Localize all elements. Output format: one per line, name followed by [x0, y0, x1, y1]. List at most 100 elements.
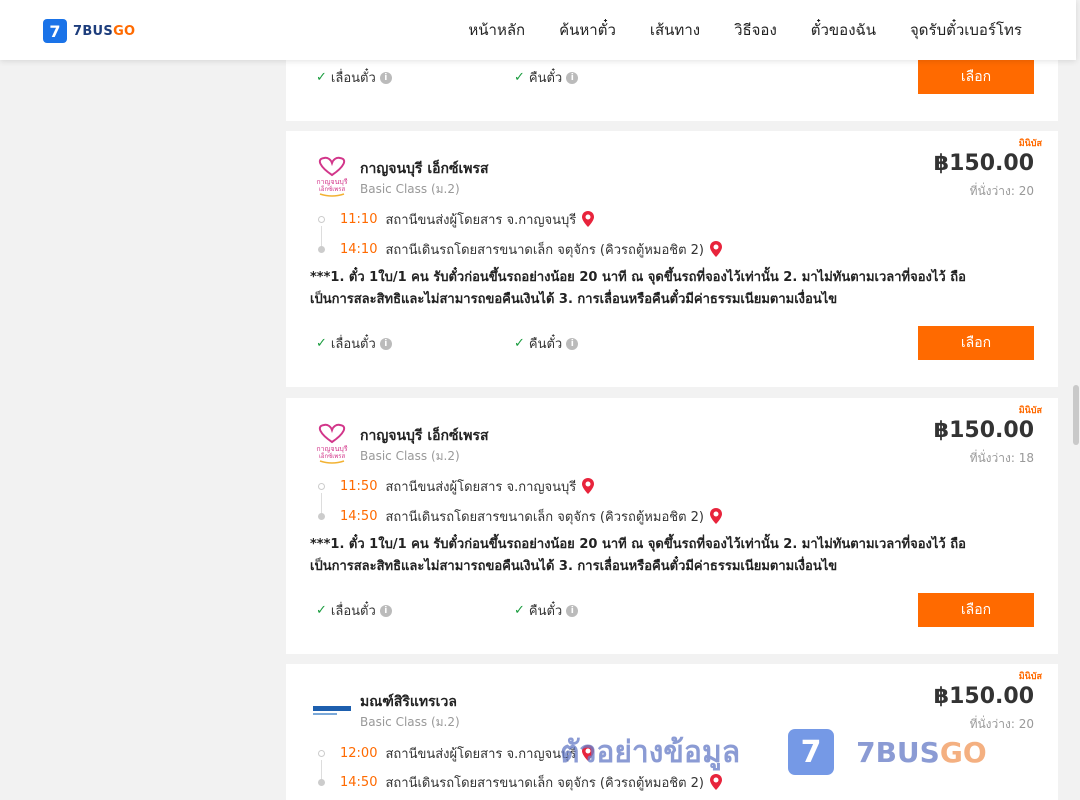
arrival-station: สถานีเดินรถโดยสารขนาดเล็ก จตุจักร (คิวรถ…	[385, 509, 704, 525]
refund-ticket-label: คืนตั๋ว	[528, 337, 563, 352]
logo-mark-icon: 7	[43, 19, 67, 43]
departure-time: 12:00	[340, 745, 378, 761]
operator-name: กาญจนบุรี เอ็กซ์เพรส	[360, 161, 489, 177]
departure-time: 11:10	[340, 211, 378, 227]
check-icon: ✓	[514, 70, 525, 85]
change-ticket-option: ✓ เลื่อนตั๋ว i	[316, 333, 392, 354]
top-header: 7 7BUSGO หน้าหลัก ค้นหาตั๋ว เส้นทาง วิธี…	[0, 0, 1076, 60]
change-ticket-label: เลื่อนตั๋ว	[330, 337, 376, 352]
conditions-line-1: ***1. ตั๋ว 1ใบ/1 คน รับตั๋วก่อนขึ้นรถอย่…	[310, 270, 966, 285]
operator-logo: กาญจนบุรี เอ็กซ์เพรส	[316, 156, 348, 197]
main-nav: หน้าหลัก ค้นหาตั๋ว เส้นทาง วิธีจอง ตั๋วข…	[434, 0, 1022, 60]
nav-how-to-book[interactable]: วิธีจอง	[734, 18, 777, 42]
info-icon[interactable]: i	[566, 337, 579, 350]
service-class: Basic Class (ม.2)	[360, 715, 460, 729]
arrival-time: 14:50	[340, 508, 378, 524]
departure-station: สถานีขนส่งผู้โดยสาร จ.กาญจนบุรี	[385, 212, 577, 228]
scrollbar-thumb[interactable]	[1073, 385, 1079, 445]
nav-routes[interactable]: เส้นทาง	[650, 18, 700, 42]
departure-time: 11:50	[340, 478, 378, 494]
vehicle-type-tag: มินิบัส	[1018, 406, 1042, 416]
departure-dot-icon	[318, 215, 325, 223]
info-icon[interactable]: i	[379, 604, 392, 617]
nav-ticket-pickup[interactable]: จุดรับตั๋วเบอร์โทร	[910, 18, 1022, 42]
check-icon: ✓	[316, 336, 327, 351]
trip-card: มินิบัส กาญจนบุรี เอ็กซ์เพรส กาญจนบุรี เ…	[286, 131, 1058, 387]
check-icon: ✓	[514, 336, 525, 351]
trip-card: มินิบัส กาญจนบุรี เอ็กซ์เพรส กาญจนบุรี เ…	[286, 398, 1058, 654]
vehicle-type-tag: มินิบัส	[1018, 139, 1042, 149]
seats-available: ที่นั่งว่าง: 18	[969, 451, 1034, 465]
trip-price: ฿150.00	[933, 418, 1034, 443]
page-scrollbar[interactable]	[1072, 0, 1080, 800]
trip-card: มินิบัส มณฑ์สิริแทรเวล Basic Class (ม.2)…	[286, 664, 1058, 800]
info-icon[interactable]: i	[566, 71, 579, 84]
arrival-time: 14:10	[340, 241, 378, 257]
arrival-station: สถานีเดินรถโดยสารขนาดเล็ก จตุจักร (คิวรถ…	[385, 242, 704, 258]
trip-conditions: ***1. ตั๋ว 1ใบ/1 คน รับตั๋วก่อนขึ้นรถอย่…	[310, 267, 1010, 311]
vehicle-type-tag: มินิบัส	[1018, 672, 1042, 682]
trip-price: ฿150.00	[933, 684, 1034, 709]
change-ticket-option: ✓ เลื่อนตั๋ว i	[316, 600, 392, 621]
conditions-line-2: เป็นการสละสิทธิและไม่สามารถขอคืนเงินได้ …	[310, 292, 838, 307]
service-class: Basic Class (ม.2)	[360, 449, 460, 463]
check-icon: ✓	[514, 603, 525, 618]
refund-ticket-option: ✓ คืนตั๋ว i	[514, 67, 579, 88]
arrival-dot-icon	[318, 512, 325, 520]
svg-text:กาญจนบุรี: กาญจนบุรี	[316, 445, 347, 453]
arrival-time: 14:50	[340, 774, 378, 790]
service-class: Basic Class (ม.2)	[360, 182, 460, 196]
conditions-line-1: ***1. ตั๋ว 1ใบ/1 คน รับตั๋วก่อนขึ้นรถอย่…	[310, 537, 966, 552]
check-icon: ✓	[316, 603, 327, 618]
seats-available: ที่นั่งว่าง: 20	[969, 184, 1034, 198]
refund-ticket-label: คืนตั๋ว	[528, 604, 563, 619]
departure-stop: 12:00 สถานีขนส่งผู้โดยสาร จ.กาญจนบุรี	[318, 743, 595, 763]
select-trip-button[interactable]: เลือก	[918, 593, 1034, 627]
trip-price: ฿150.00	[933, 151, 1034, 176]
departure-stop: 11:50 สถานีขนส่งผู้โดยสาร จ.กาญจนบุรี	[318, 476, 595, 496]
nav-search-tickets[interactable]: ค้นหาตั๋ว	[559, 18, 616, 42]
site-logo[interactable]: 7 7BUSGO	[43, 19, 135, 43]
svg-text:เอ็กซ์เพรส: เอ็กซ์เพรส	[319, 184, 346, 193]
refund-ticket-option: ✓ คืนตั๋ว i	[514, 333, 579, 354]
departure-station: สถานีขนส่งผู้โดยสาร จ.กาญจนบุรี	[385, 746, 577, 762]
map-pin-icon[interactable]	[709, 773, 723, 791]
departure-dot-icon	[318, 482, 325, 490]
refund-ticket-label: คืนตั๋ว	[528, 71, 563, 86]
arrival-dot-icon	[318, 245, 325, 253]
map-pin-icon[interactable]	[581, 477, 595, 495]
map-pin-icon[interactable]	[709, 507, 723, 525]
svg-text:เอ็กซ์เพรส: เอ็กซ์เพรส	[319, 451, 346, 460]
info-icon[interactable]: i	[379, 71, 392, 84]
operator-logo: กาญจนบุรี เอ็กซ์เพรส	[316, 423, 348, 464]
arrival-dot-icon	[318, 778, 325, 786]
logo-text: 7BUSGO	[73, 23, 136, 39]
svg-text:กาญจนบุรี: กาญจนบุรี	[316, 178, 347, 186]
select-trip-button[interactable]: เลือก	[918, 60, 1034, 94]
seats-available: ที่นั่งว่าง: 20	[969, 717, 1034, 731]
arrival-stop: 14:50 สถานีเดินรถโดยสารขนาดเล็ก จตุจักร …	[318, 506, 723, 526]
operator-name: มณฑ์สิริแทรเวล	[360, 694, 457, 710]
departure-station: สถานีขนส่งผู้โดยสาร จ.กาญจนบุรี	[385, 479, 577, 495]
nav-my-tickets[interactable]: ตั๋วของฉัน	[811, 18, 876, 42]
info-icon[interactable]: i	[379, 337, 392, 350]
change-ticket-label: เลื่อนตั๋ว	[330, 604, 376, 619]
check-icon: ✓	[316, 70, 327, 85]
operator-name: กาญจนบุรี เอ็กซ์เพรส	[360, 428, 489, 444]
map-pin-icon[interactable]	[581, 210, 595, 228]
departure-dot-icon	[318, 749, 325, 757]
info-icon[interactable]: i	[566, 604, 579, 617]
change-ticket-option: ✓ เลื่อนตั๋ว i	[316, 67, 392, 88]
trip-conditions: ***1. ตั๋ว 1ใบ/1 คน รับตั๋วก่อนขึ้นรถอย่…	[310, 534, 1010, 578]
refund-ticket-option: ✓ คืนตั๋ว i	[514, 600, 579, 621]
arrival-stop: 14:50 สถานีเดินรถโดยสารขนาดเล็ก จตุจักร …	[318, 772, 723, 792]
map-pin-icon[interactable]	[581, 744, 595, 762]
arrival-stop: 14:10 สถานีเดินรถโดยสารขนาดเล็ก จตุจักร …	[318, 239, 723, 259]
operator-logo	[313, 706, 351, 715]
map-pin-icon[interactable]	[709, 240, 723, 258]
select-trip-button[interactable]: เลือก	[918, 326, 1034, 360]
change-ticket-label: เลื่อนตั๋ว	[330, 71, 376, 86]
nav-home[interactable]: หน้าหลัก	[468, 18, 525, 42]
conditions-line-2: เป็นการสละสิทธิและไม่สามารถขอคืนเงินได้ …	[310, 559, 838, 574]
departure-stop: 11:10 สถานีขนส่งผู้โดยสาร จ.กาญจนบุรี	[318, 209, 595, 229]
